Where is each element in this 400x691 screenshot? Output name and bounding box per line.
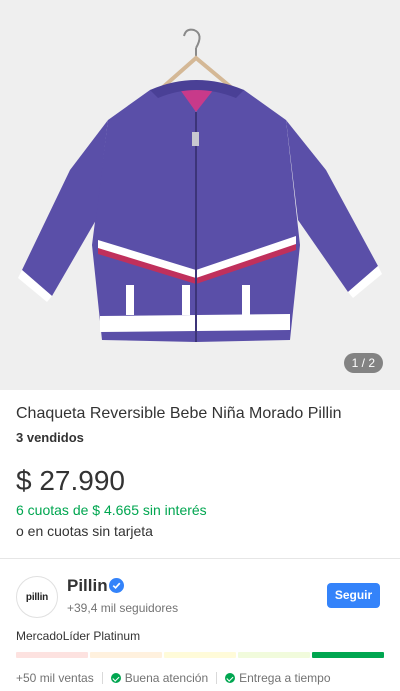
delivery-stat: Entrega a tiempo	[225, 671, 331, 685]
product-image-gallery[interactable]: 1 / 2	[0, 0, 400, 390]
thermometer-segment-1	[16, 652, 88, 658]
product-title: Chaqueta Reversible Bebe Niña Morado Pil…	[16, 405, 342, 422]
service-label: Buena atención	[124, 671, 209, 685]
image-counter: 1 / 2	[343, 353, 383, 373]
thermometer-segment-5	[312, 652, 384, 658]
service-stat: Buena atención	[110, 671, 209, 685]
product-image[interactable]	[0, 0, 400, 390]
no-card-installments: o en cuotas sin tarjeta	[16, 523, 153, 539]
product-price: $ 27.990	[16, 465, 125, 496]
check-icon	[110, 673, 121, 683]
seller-logo-text: pillin	[25, 591, 49, 603]
thermometer-segment-3	[164, 652, 236, 658]
divider	[0, 558, 400, 559]
reputation-thermometer	[16, 652, 384, 658]
sold-count: 3 vendidos	[16, 430, 84, 445]
verified-check-icon	[109, 578, 124, 593]
thermometer-segment-4	[238, 652, 310, 658]
delivery-label: Entrega a tiempo	[239, 671, 331, 685]
seller-followers: +39,4 mil seguidores	[67, 601, 179, 615]
sales-stat: +50 mil ventas	[16, 671, 94, 685]
stat-divider	[101, 672, 103, 684]
thermometer-segment-2	[90, 652, 162, 658]
seller-name[interactable]: Pillin	[67, 576, 108, 596]
check-icon	[225, 673, 236, 683]
stat-divider	[216, 672, 218, 684]
seller-avatar[interactable]: pillin	[16, 576, 58, 618]
seller-reputation: MercadoLíder Platinum	[16, 629, 141, 643]
follow-button[interactable]: Seguir	[327, 583, 380, 608]
installments-text[interactable]: 6 cuotas de $ 4.665 sin interés	[16, 502, 207, 518]
seller-stats: +50 mil ventas Buena atención Entrega a …	[16, 670, 331, 686]
